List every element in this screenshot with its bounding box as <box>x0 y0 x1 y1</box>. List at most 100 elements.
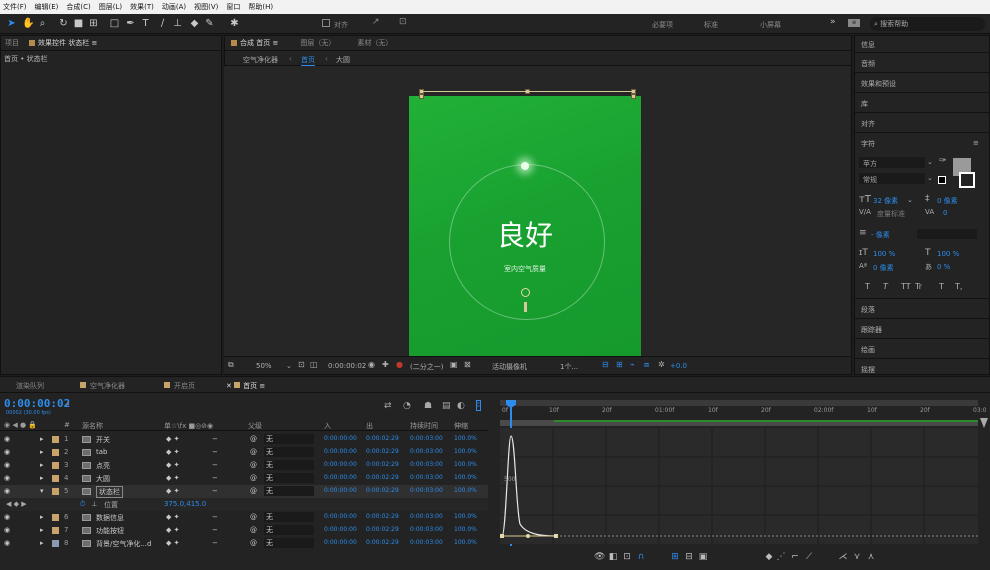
expand-chevron-icon[interactable]: ▸ <box>40 513 44 521</box>
layer-in-point[interactable]: 0:00:00:00 <box>324 474 357 481</box>
layer-out-point[interactable]: 0:00:02:29 <box>366 448 399 455</box>
layer-duration[interactable]: 0:00:03:00 <box>410 448 443 455</box>
layer-in-point[interactable]: 0:00:00:00 <box>324 526 357 533</box>
layer-row[interactable]: ◉ ▸ 8 背景/空气净化...d ◆ ✦ − @ 无 0:00:00:00 0:00:02:29… <box>0 537 488 550</box>
preview-icon[interactable]: ⧉ <box>228 360 234 370</box>
layer-duration[interactable]: 0:00:03:00 <box>410 461 443 468</box>
brush-tool-icon[interactable]: ∕ <box>157 18 168 29</box>
faux-bold-button[interactable]: T <box>865 282 870 291</box>
layer-in-point[interactable]: 0:00:00:00 <box>324 448 357 455</box>
auto-zoom-icon[interactable]: ⊞ <box>670 552 680 562</box>
menu-item[interactable]: 合成(C) <box>66 2 90 12</box>
views-dropdown[interactable]: 1个... <box>560 362 578 372</box>
layer-row[interactable]: ◉ ▸ 2 tab ◆ ✦ − @ 无 0:00:00:00 0:00:02:29 0:00:03:… <box>0 446 488 459</box>
puppet-tool-icon[interactable]: ✱ <box>229 18 240 29</box>
layer-duration[interactable]: 0:00:03:00 <box>410 539 443 546</box>
layer-stretch[interactable]: 100.0% <box>454 513 477 520</box>
workspace-standard[interactable]: 标准 <box>704 20 718 30</box>
color-channel-icon[interactable]: ● <box>396 360 403 369</box>
ease-in-icon[interactable]: ⋎ <box>852 552 862 562</box>
layer-duration[interactable]: 0:00:03:00 <box>410 513 443 520</box>
hand-tool-icon[interactable]: ✋ <box>22 18 34 29</box>
label-color-swatch[interactable] <box>52 436 59 443</box>
layer-name[interactable]: 数据信息 <box>96 513 124 523</box>
3d-view-icon[interactable]: ⊞ <box>616 360 623 369</box>
parent-dropdown[interactable]: 无 <box>264 486 314 496</box>
section-library[interactable]: 库 <box>861 99 868 109</box>
layer-stretch[interactable]: 100.0% <box>454 448 477 455</box>
tab-project[interactable]: 项目 <box>5 38 19 48</box>
label-color-swatch[interactable] <box>52 475 59 482</box>
eye-icon[interactable]: ◉ <box>4 448 10 456</box>
resolution-dropdown[interactable]: (二分之一) <box>410 362 443 372</box>
keyframe-handle[interactable] <box>554 534 558 538</box>
parent-pickwhip-icon[interactable]: @ <box>250 487 257 495</box>
frame-blend-icon[interactable]: ▤ <box>442 401 451 411</box>
eyedropper-icon[interactable]: ✑ <box>939 156 947 166</box>
parent-dropdown[interactable]: 无 <box>264 447 314 457</box>
layer-name[interactable]: 点亮 <box>96 461 110 471</box>
layer-out-point[interactable]: 0:00:02:29 <box>366 513 399 520</box>
layer-switches[interactable]: ◆ ✦ <box>166 513 179 521</box>
layer-in-point[interactable]: 0:00:00:00 <box>324 513 357 520</box>
fast-preview-icon[interactable]: ⌁ <box>630 360 635 369</box>
eye-icon[interactable]: ◉ <box>4 513 10 521</box>
stroke-width-value[interactable]: - 像素 <box>871 230 890 240</box>
section-audio[interactable]: 音频 <box>861 59 875 69</box>
layer-name[interactable]: 开关 <box>96 435 110 445</box>
layer-stretch[interactable]: 100.0% <box>454 461 477 468</box>
layer-name[interactable]: 状态栏 <box>96 486 123 498</box>
layer-out-point[interactable]: 0:00:02:29 <box>366 539 399 546</box>
zoom-tool-icon[interactable]: ⌕ <box>37 18 48 29</box>
layer-switch-dash[interactable]: − <box>212 448 218 456</box>
bezier-handle[interactable] <box>526 534 530 538</box>
tab-footage[interactable]: 素材（无） <box>357 38 392 48</box>
parent-pickwhip-icon[interactable]: @ <box>250 539 257 547</box>
zoom-dropdown[interactable]: 50% <box>256 362 272 370</box>
layer-switches[interactable]: ◆ ✦ <box>166 435 179 443</box>
expand-chevron-icon[interactable]: ▸ <box>40 539 44 547</box>
camera-dropdown[interactable]: 活动摄像机 <box>492 362 527 372</box>
layer-stretch[interactable]: 100.0% <box>454 487 477 494</box>
leading-value[interactable]: 0 像素 <box>937 196 958 206</box>
layer-duration[interactable]: 0:00:03:00 <box>410 435 443 442</box>
eye-icon[interactable]: ◉ <box>4 526 10 534</box>
layer-out-point[interactable]: 0:00:02:29 <box>366 487 399 494</box>
layer-name[interactable]: 大圆 <box>96 474 110 484</box>
parent-dropdown[interactable]: 无 <box>264 538 314 548</box>
menu-item[interactable]: 编辑(E) <box>35 2 59 12</box>
label-color-swatch[interactable] <box>52 527 59 534</box>
roi-icon[interactable]: ▣ <box>450 360 458 369</box>
eye-icon[interactable]: ◉ <box>4 539 10 547</box>
tab-air-purifier[interactable]: 空气净化器 <box>80 381 125 391</box>
grid-icon[interactable]: ⊠ <box>464 360 471 369</box>
bbox-handle[interactable] <box>631 94 636 99</box>
show-properties-icon[interactable]: 👁 <box>594 552 605 562</box>
parent-pickwhip-icon[interactable]: @ <box>250 526 257 534</box>
baseline-value[interactable]: 0 像素 <box>873 263 894 273</box>
breadcrumb-air-purifier[interactable]: 空气净化器 <box>243 55 278 65</box>
snap-icon[interactable]: ↗ <box>372 17 380 27</box>
menu-item[interactable]: 帮助(H) <box>248 2 273 12</box>
graph-editor-icon[interactable]: ⦂ <box>476 400 481 411</box>
fit-icon[interactable]: ⊡ <box>298 360 305 369</box>
linear-keyframe-icon[interactable]: ⟋ <box>804 552 814 562</box>
label-color-swatch[interactable] <box>52 488 59 495</box>
small-caps-button[interactable]: Tr <box>915 282 922 291</box>
black-swatch[interactable] <box>938 176 946 184</box>
comp-flowchart-icon[interactable]: ⇄ <box>384 401 392 411</box>
layer-duration[interactable]: 0:00:03:00 <box>410 474 443 481</box>
tab-layer[interactable]: 图层（无） <box>300 38 335 48</box>
draft-3d-icon[interactable]: ◔ <box>403 401 411 411</box>
composition-viewer[interactable]: 良好 室内空气质量 <box>224 66 850 356</box>
breadcrumb-big-circle[interactable]: 大圆 <box>336 55 350 65</box>
label-color-swatch[interactable] <box>52 540 59 547</box>
label-color-swatch[interactable] <box>52 462 59 469</box>
layer-stretch[interactable]: 100.0% <box>454 474 477 481</box>
layer-row[interactable]: ◉ ▸ 4 大圆 ◆ ✦ − @ 无 0:00:00:00 0:00:02:29 0:00:03:0… <box>0 472 488 485</box>
align-checkbox[interactable] <box>322 19 330 27</box>
layer-switches[interactable]: ◆ ✦ <box>166 448 179 456</box>
layer-switches[interactable]: ◆ ✦ <box>166 539 179 547</box>
menu-item[interactable]: 窗口 <box>226 2 240 12</box>
transform-box-icon[interactable]: ⊡ <box>622 552 632 562</box>
